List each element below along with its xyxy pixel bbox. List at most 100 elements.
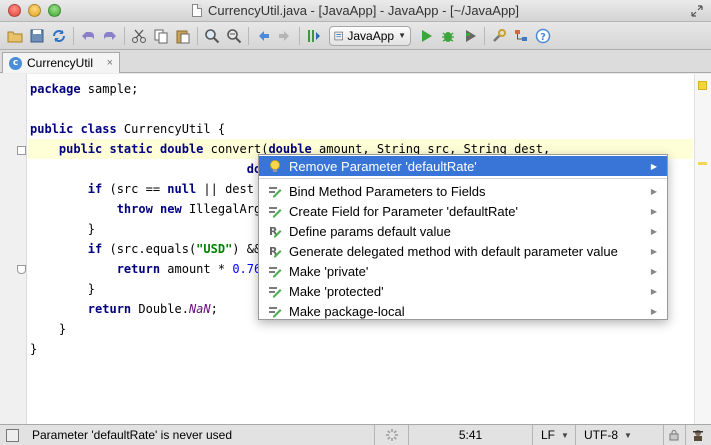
intention-item[interactable]: R Generate delegated method with default … [259, 241, 667, 261]
fullscreen-icon[interactable] [691, 5, 703, 17]
settings-button[interactable] [488, 25, 510, 47]
tool-windows-toggle-icon[interactable] [6, 429, 19, 442]
sync-button[interactable] [48, 25, 70, 47]
make-button[interactable] [303, 25, 325, 47]
encoding-label: UTF-8 [584, 428, 618, 442]
code-line[interactable]: package sample; [30, 79, 550, 99]
help-icon: ? [535, 28, 551, 43]
code-keyword: package [30, 82, 81, 96]
close-window-button[interactable] [8, 4, 21, 17]
background-tasks-indicator[interactable] [374, 424, 408, 445]
editor-tab-bar: c CurrencyUtil × [0, 50, 711, 73]
replace-button[interactable] [223, 25, 245, 47]
code-text: ; [210, 302, 218, 316]
coverage-icon [466, 29, 476, 42]
caret-position[interactable]: 5:41 [408, 424, 532, 445]
intention-item-label: Make 'protected' [289, 283, 384, 299]
editor-gutter [0, 74, 27, 424]
intention-item[interactable]: Create Field for Parameter 'defaultRate'… [259, 201, 667, 221]
intention-actions-popup: Remove Parameter 'defaultRate' ▶ Bind Meth… [258, 154, 668, 320]
debug-icon [442, 31, 454, 42]
code-text: } [30, 222, 96, 236]
warning-status-icon[interactable] [698, 81, 707, 90]
code-line[interactable]: } [30, 319, 550, 339]
intention-item[interactable]: Make 'protected' ▶ [259, 281, 667, 301]
submenu-arrow-icon[interactable]: ▶ [651, 267, 657, 276]
forward-button[interactable] [274, 25, 296, 47]
minimize-window-button[interactable] [28, 4, 41, 17]
submenu-arrow-icon[interactable]: ▶ [651, 162, 657, 171]
code-text: sample; [80, 82, 139, 96]
back-button[interactable] [252, 25, 274, 47]
make-icon [308, 29, 320, 42]
help-button[interactable]: ? [532, 25, 554, 47]
submenu-arrow-icon[interactable]: ▶ [651, 207, 657, 216]
intention-item-label: Make package-local [289, 303, 405, 319]
code-line[interactable]: public class CurrencyUtil { [30, 119, 550, 139]
coverage-button[interactable] [459, 25, 481, 47]
code-line[interactable]: } [30, 339, 550, 359]
run-config-icon [334, 31, 343, 40]
submenu-arrow-icon[interactable]: ▶ [651, 187, 657, 196]
code-text: amount * [160, 262, 233, 276]
find-button[interactable] [201, 25, 223, 47]
read-only-toggle[interactable] [663, 424, 685, 445]
cut-button[interactable] [128, 25, 150, 47]
sync-icon [53, 29, 65, 42]
toolbar-separator [299, 26, 300, 45]
code-line[interactable] [30, 99, 550, 119]
warning-stripe-mark[interactable] [698, 162, 707, 165]
save-button[interactable] [26, 25, 48, 47]
code-text: IllegalArgu [181, 202, 269, 216]
code-text: (src == [102, 182, 168, 196]
refactor-intention-icon: R [267, 243, 283, 259]
intention-item-label: Make 'private' [289, 263, 369, 279]
zoom-window-button[interactable] [48, 4, 61, 17]
close-icon[interactable]: × [107, 57, 113, 69]
intention-icon [267, 203, 283, 219]
structure-icon [515, 29, 527, 41]
intention-item[interactable]: Make 'private' ▶ [259, 261, 667, 281]
intention-item[interactable]: R Define params default value ▶ [259, 221, 667, 241]
main-toolbar: JavaApp ▼ ? [0, 22, 711, 50]
code-number: 0.76 [232, 262, 262, 276]
encoding-selector[interactable]: UTF-8 ▼ [575, 424, 663, 445]
intention-item[interactable]: Bind Method Parameters to Fields ▶ [259, 181, 667, 201]
intention-item[interactable]: Remove Parameter 'defaultRate' ▶ [259, 156, 667, 176]
intention-icon [267, 303, 283, 319]
submenu-arrow-icon[interactable]: ▶ [651, 247, 657, 256]
intention-item[interactable]: Make package-local ▶ [259, 301, 667, 321]
copy-button[interactable] [150, 25, 172, 47]
status-message: Parameter 'defaultRate' is never used [32, 428, 233, 442]
toolbar-separator [484, 26, 485, 45]
paste-button[interactable] [172, 25, 194, 47]
settings-icon [493, 28, 506, 42]
undo-button[interactable] [77, 25, 99, 47]
submenu-arrow-icon[interactable]: ▶ [651, 227, 657, 236]
run-configuration-select[interactable]: JavaApp ▼ [329, 25, 411, 46]
run-button[interactable] [415, 25, 437, 47]
code-text: ) && [232, 242, 262, 256]
open-folder-button[interactable] [4, 25, 26, 47]
inspector-toggle[interactable] [685, 424, 711, 445]
debug-button[interactable] [437, 25, 459, 47]
structure-button[interactable] [510, 25, 532, 47]
line-separator-selector[interactable]: LF ▼ [532, 424, 575, 445]
save-icon [30, 29, 44, 42]
submenu-arrow-icon[interactable]: ▶ [651, 287, 657, 296]
tab-currencyutil[interactable]: c CurrencyUtil × [2, 52, 120, 73]
code-keyword: if [87, 182, 103, 196]
submenu-arrow-icon[interactable]: ▶ [651, 307, 657, 316]
title-bar: CurrencyUtil.java - [JavaApp] - JavaApp … [0, 0, 711, 22]
lock-icon [669, 430, 679, 441]
chevron-down-icon: ▼ [398, 31, 406, 40]
redo-button[interactable] [99, 25, 121, 47]
fold-marker-icon[interactable] [17, 265, 26, 274]
run-config-label: JavaApp [347, 28, 395, 43]
fold-marker-icon[interactable] [17, 146, 26, 155]
error-stripe[interactable] [694, 74, 711, 424]
chevron-down-icon: ▼ [561, 430, 569, 440]
